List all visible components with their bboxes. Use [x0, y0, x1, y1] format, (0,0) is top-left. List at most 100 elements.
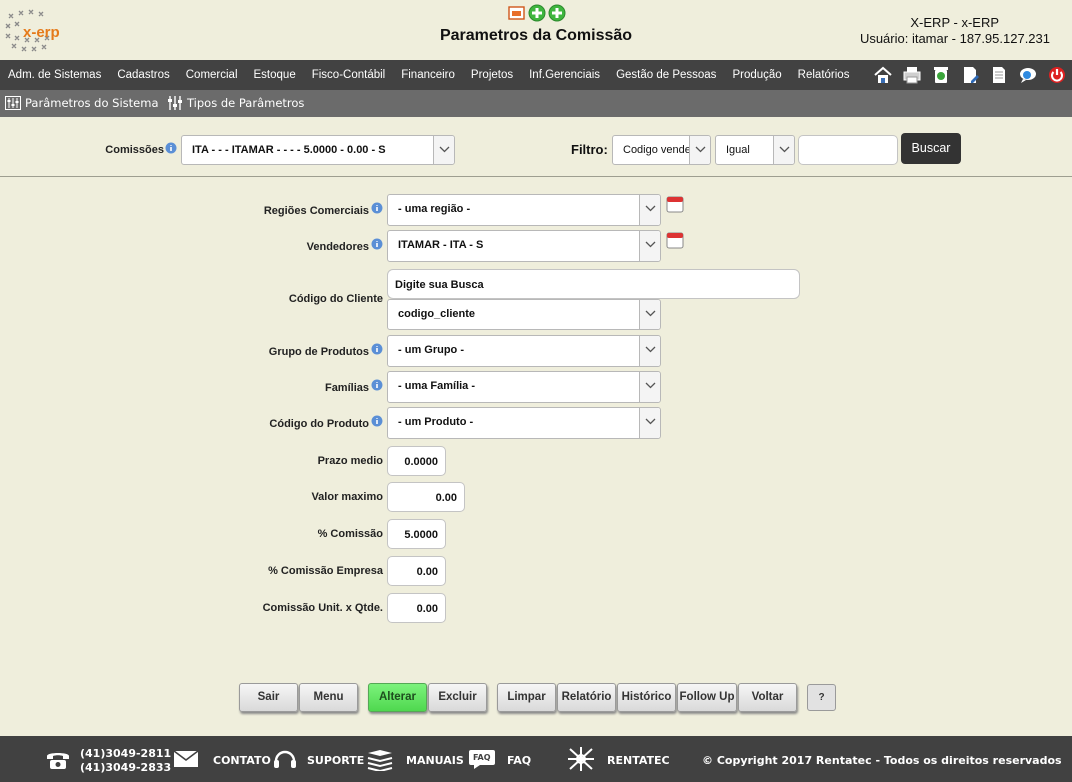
menu-adm-sistemas[interactable]: Adm. de Sistemas	[8, 69, 101, 81]
chevron-down-icon	[645, 382, 656, 389]
company-commission-input[interactable]: 0.00	[387, 556, 446, 586]
max-value-input[interactable]: 0.00	[387, 482, 465, 512]
rentatec-logo-icon	[568, 747, 594, 771]
menu-gestao-pessoas[interactable]: Gestão de Pessoas	[616, 69, 716, 81]
menu-financeiro[interactable]: Financeiro	[401, 69, 455, 81]
filter-field-select[interactable]: Codigo vendedor	[612, 135, 711, 165]
sellers-select[interactable]: ITAMAR - ITA - S	[387, 230, 661, 262]
menu-cadastros[interactable]: Cadastros	[117, 69, 169, 81]
add-icon[interactable]	[528, 4, 546, 22]
menu-projetos[interactable]: Projetos	[471, 69, 513, 81]
system-name: X-ERP - x-ERP	[910, 15, 999, 30]
phone-1: (41)3049-2811	[80, 747, 172, 760]
search-button[interactable]: Buscar	[901, 133, 961, 164]
unit-commission-label: Comissão Unit. x Qtde.	[262, 602, 383, 614]
sub-item-param-types[interactable]: Tipos de Parâmetros	[167, 96, 304, 110]
power-icon[interactable]	[1046, 64, 1068, 86]
chevron-down-icon	[645, 418, 656, 425]
families-label: Famílias	[324, 382, 369, 394]
chevron-down-icon	[695, 146, 706, 153]
filter-label: Filtro:	[571, 142, 608, 157]
menu-producao[interactable]: Produção	[732, 69, 781, 81]
chevron-down-icon	[645, 310, 656, 317]
manuals-link[interactable]: MANUAIS	[406, 754, 464, 767]
followup-button[interactable]: Follow Up	[677, 683, 737, 712]
sub-item-label: Parâmetros do Sistema	[25, 96, 159, 110]
footer: (41)3049-2811 (41)3049-2833 CONTATO SUPO…	[0, 736, 1072, 782]
chat-icon[interactable]	[1017, 64, 1039, 86]
company-link[interactable]: RENTATEC	[607, 754, 670, 767]
product-code-label: Código do Produto	[269, 418, 369, 430]
chevron-down-icon	[779, 146, 790, 153]
back-button[interactable]: Voltar	[738, 683, 797, 712]
families-select[interactable]: - uma Família -	[387, 371, 661, 403]
toolbar	[872, 64, 1068, 86]
menu-comercial[interactable]: Comercial	[186, 69, 238, 81]
update-button[interactable]: Alterar	[368, 683, 427, 712]
contact-link[interactable]: CONTATO	[213, 754, 271, 767]
report-icon[interactable]	[508, 4, 526, 21]
info-icon[interactable]	[371, 415, 383, 427]
divider	[0, 176, 1072, 177]
copyright: © Copyright 2017 Rentatec - Todos os dir…	[702, 754, 1062, 767]
info-icon[interactable]	[371, 343, 383, 355]
menu-button[interactable]: Menu	[299, 683, 358, 712]
info-icon[interactable]	[371, 238, 383, 250]
regions-select[interactable]: - uma região -	[387, 194, 661, 226]
faq-link[interactable]: FAQ	[507, 754, 531, 767]
document-icon[interactable]	[988, 64, 1010, 86]
delete-button[interactable]: Excluir	[428, 683, 487, 712]
unit-commission-input[interactable]: 0.00	[387, 593, 446, 623]
chevron-down-icon	[645, 241, 656, 248]
print-icon[interactable]	[901, 64, 923, 86]
phone-2: (41)3049-2833	[80, 761, 172, 774]
home-icon[interactable]	[872, 64, 894, 86]
calendar-icon[interactable]	[666, 195, 684, 213]
menu-inf-gerenciais[interactable]: Inf.Gerenciais	[529, 69, 600, 81]
filter-value-input[interactable]	[798, 135, 898, 165]
envelope-icon	[173, 750, 199, 767]
menu-fisco-contabil[interactable]: Fisco-Contábil	[312, 69, 386, 81]
help-button[interactable]: ?	[807, 684, 836, 711]
chevron-down-icon	[645, 205, 656, 212]
chevron-down-icon	[645, 346, 656, 353]
info-icon[interactable]	[371, 379, 383, 391]
sub-item-label: Tipos de Parâmetros	[187, 96, 305, 110]
headset-icon	[274, 750, 296, 768]
commission-input[interactable]: 5.0000	[387, 519, 446, 549]
faq-icon: FAQ	[468, 748, 496, 770]
main-menu-bar: Adm. de Sistemas Cadastros Comercial Est…	[0, 60, 1072, 90]
support-link[interactable]: SUPORTE	[307, 754, 364, 767]
average-term-input[interactable]: 0.0000	[387, 446, 446, 476]
client-field-select[interactable]: codigo_cliente	[387, 299, 661, 330]
sub-item-system-params[interactable]: Parâmetros do Sistema	[5, 96, 159, 110]
faq-icon-text: FAQ	[473, 753, 491, 762]
exit-button[interactable]: Sair	[239, 683, 298, 712]
commission-label: % Comissão	[317, 528, 383, 540]
user-info: Usuário: itamar - 187.95.127.231	[859, 31, 1050, 46]
client-search-input[interactable]: Digite sua Busca	[387, 269, 800, 299]
calendar-icon[interactable]	[666, 231, 684, 249]
filter-operator-select[interactable]: Igual	[715, 135, 795, 165]
history-button[interactable]: Histórico	[617, 683, 676, 712]
menu-estoque[interactable]: Estoque	[254, 69, 296, 81]
info-icon[interactable]	[371, 202, 383, 214]
phone-icon	[47, 753, 69, 769]
clear-button[interactable]: Limpar	[497, 683, 556, 712]
report-button[interactable]: Relatório	[557, 683, 616, 712]
product-group-label: Grupo de Produtos	[268, 346, 369, 358]
client-code-label: Código do Cliente	[288, 293, 383, 305]
document-edit-icon[interactable]	[959, 64, 981, 86]
trash-icon[interactable]	[930, 64, 952, 86]
sliders-icon	[5, 96, 21, 110]
add-new-icon[interactable]	[548, 4, 566, 22]
info-icon[interactable]	[165, 142, 177, 154]
menu-relatorios[interactable]: Relatórios	[798, 69, 850, 81]
company-commission-label: % Comissão Empresa	[268, 565, 383, 577]
product-group-select[interactable]: - um Grupo -	[387, 335, 661, 367]
product-code-select[interactable]: - um Produto -	[387, 407, 661, 439]
commissions-select[interactable]: ITA - - - ITAMAR - - - - 5.0000 - 0.00 -…	[181, 135, 455, 165]
regions-label: Regiões Comerciais	[263, 205, 369, 217]
books-icon	[367, 750, 393, 771]
sub-menu-bar: Parâmetros do Sistema Tipos de Parâmetro…	[0, 90, 1072, 117]
